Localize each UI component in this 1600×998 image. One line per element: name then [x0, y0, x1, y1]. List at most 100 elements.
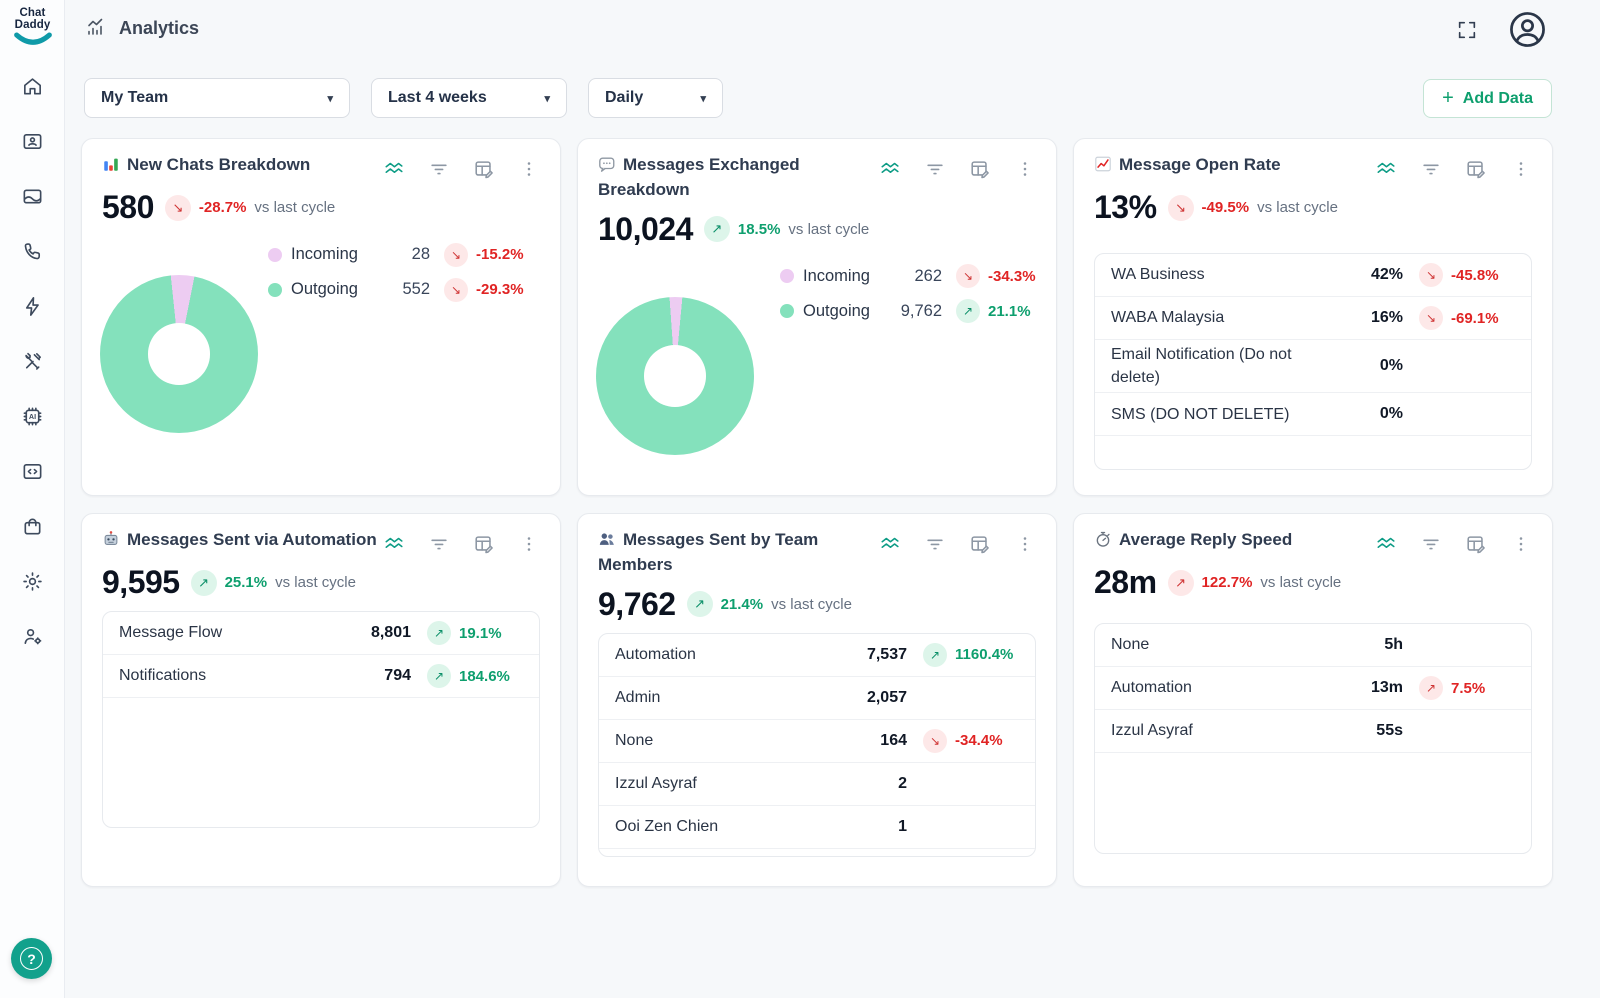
speech-bubble-icon [598, 155, 616, 179]
table-row: None 164 ↘-34.4% [599, 720, 1035, 763]
cards-grid: New Chats Breakdown 580 ↘-28.7% vs last … [81, 138, 1553, 887]
card-messages-by-team: Messages Sent by Team Members 9,762 ↗21.… [577, 513, 1057, 887]
chevron-down-icon: ▾ [530, 92, 550, 105]
filter-icon[interactable] [924, 533, 946, 555]
table-row: Automation 7,537 ↗1160.4% [599, 634, 1035, 677]
table-row: WA Business 42% ↘-45.8% [1095, 254, 1531, 297]
row-trend-badge: ↘-69.1% [1419, 306, 1499, 330]
sidebar-item-tools[interactable] [18, 349, 48, 373]
help-button[interactable]: ? [11, 938, 52, 979]
sidebar-item-developer[interactable] [18, 459, 48, 483]
legend-item-outgoing: Outgoing 9,762 ↗21.1% [780, 296, 1052, 327]
ai-icon: AI [21, 405, 44, 428]
store-icon [21, 515, 44, 538]
kpi-note: vs last cycle [1257, 199, 1338, 216]
trend-lines-icon[interactable] [383, 158, 405, 180]
trend-lines-icon[interactable] [383, 533, 405, 555]
kebab-menu-icon[interactable] [1014, 533, 1036, 555]
kpi-note: vs last cycle [254, 199, 335, 216]
edit-table-icon[interactable] [1465, 158, 1487, 180]
legend-dot [268, 283, 282, 297]
row-trend-badge: ↗19.1% [427, 621, 502, 645]
donut-chart [596, 297, 754, 455]
logo-smile-icon [13, 32, 53, 47]
filter-icon[interactable] [1420, 158, 1442, 180]
breakdown-table: WA Business 42% ↘-45.8% WABA Malaysia 16… [1094, 253, 1532, 470]
filter-icon[interactable] [1420, 533, 1442, 555]
card-title: Messages Sent via Automation [102, 529, 377, 554]
legend-item-incoming: Incoming 28 ↘-15.2% [268, 239, 540, 270]
kpi-value: 9,595 [102, 564, 180, 601]
kebab-menu-icon[interactable] [518, 533, 540, 555]
legend-trend-badge: ↘-34.3% [956, 264, 1036, 288]
edit-table-icon[interactable] [473, 158, 495, 180]
team-select[interactable]: My Team ▾ [84, 78, 350, 118]
kpi-value: 28m [1094, 564, 1157, 601]
kebab-menu-icon[interactable] [518, 158, 540, 180]
sidebar-item-store[interactable] [18, 514, 48, 538]
sidebar-item-ai[interactable]: AI [18, 404, 48, 428]
granularity-select[interactable]: Daily ▾ [588, 78, 723, 118]
page-title: Analytics [119, 18, 199, 39]
table-row: WABA Malaysia 16% ↘-69.1% [1095, 297, 1531, 340]
logo-line2: Daddy [15, 19, 51, 31]
edit-table-icon[interactable] [473, 533, 495, 555]
sidebar-item-contacts[interactable] [18, 129, 48, 153]
chevron-down-icon: ▾ [686, 92, 706, 105]
date-range-select[interactable]: Last 4 weeks ▾ [371, 78, 567, 118]
kebab-menu-icon[interactable] [1510, 158, 1532, 180]
sidebar-item-inbox[interactable] [18, 184, 48, 208]
kpi-trend-badge: ↘-49.5% [1168, 195, 1250, 221]
card-title: Message Open Rate [1094, 154, 1281, 179]
chevron-down-icon: ▾ [313, 92, 333, 105]
legend-dot [268, 248, 282, 262]
legend-trend-badge: ↘-29.3% [444, 278, 524, 302]
row-trend-badge: ↗7.5% [1419, 676, 1485, 700]
donut-chart [100, 275, 258, 433]
logo-line1: Chat [20, 7, 46, 19]
table-row: None 5h [1095, 624, 1531, 667]
edit-table-icon[interactable] [969, 158, 991, 180]
card-messages-exchanged: Messages Exchanged Breakdown 10,024 ↗18.… [577, 138, 1057, 496]
edit-table-icon[interactable] [969, 533, 991, 555]
filter-icon[interactable] [428, 533, 450, 555]
phone-icon [21, 240, 44, 263]
user-avatar[interactable] [1507, 9, 1548, 50]
inbox-icon [21, 185, 44, 208]
sidebar-item-settings[interactable] [18, 569, 48, 593]
table-row: Email Notification (Do not delete) 0% [1095, 340, 1531, 393]
kebab-menu-icon[interactable] [1510, 533, 1532, 555]
stopwatch-icon [1094, 530, 1112, 554]
date-range-value: Last 4 weeks [388, 89, 487, 107]
filter-icon[interactable] [428, 158, 450, 180]
sidebar-nav: AI [0, 74, 65, 648]
legend-trend-badge: ↗21.1% [956, 299, 1031, 323]
avatar-icon [1507, 9, 1548, 50]
kpi-trend-badge: ↗25.1% [191, 570, 268, 596]
trend-lines-icon[interactable] [1375, 158, 1397, 180]
sidebar-item-team[interactable] [18, 624, 48, 648]
legend-dot [780, 304, 794, 318]
sidebar: Chat Daddy AI [0, 0, 65, 998]
legend-item-outgoing: Outgoing 552 ↘-29.3% [268, 274, 540, 305]
add-data-label: Add Data [1463, 90, 1533, 108]
trend-lines-icon[interactable] [1375, 533, 1397, 555]
legend-dot [780, 269, 794, 283]
people-icon [598, 530, 616, 554]
edit-table-icon[interactable] [1465, 533, 1487, 555]
trend-lines-icon[interactable] [879, 533, 901, 555]
kpi-trend-badge: ↗18.5% [704, 216, 781, 242]
trend-lines-icon[interactable] [879, 158, 901, 180]
filter-icon[interactable] [924, 158, 946, 180]
team-select-value: My Team [101, 89, 168, 107]
sidebar-item-home[interactable] [18, 74, 48, 98]
legend-item-incoming: Incoming 262 ↘-34.3% [780, 261, 1052, 292]
table-row: Notifications 794 ↗184.6% [103, 655, 539, 698]
bar-chart-icon [102, 155, 120, 179]
fullscreen-button[interactable] [1456, 19, 1478, 41]
kebab-menu-icon[interactable] [1014, 158, 1036, 180]
add-data-button[interactable]: + Add Data [1423, 79, 1552, 118]
sidebar-item-calls[interactable] [18, 239, 48, 263]
fullscreen-icon [1456, 19, 1478, 41]
sidebar-item-automation[interactable] [18, 294, 48, 318]
